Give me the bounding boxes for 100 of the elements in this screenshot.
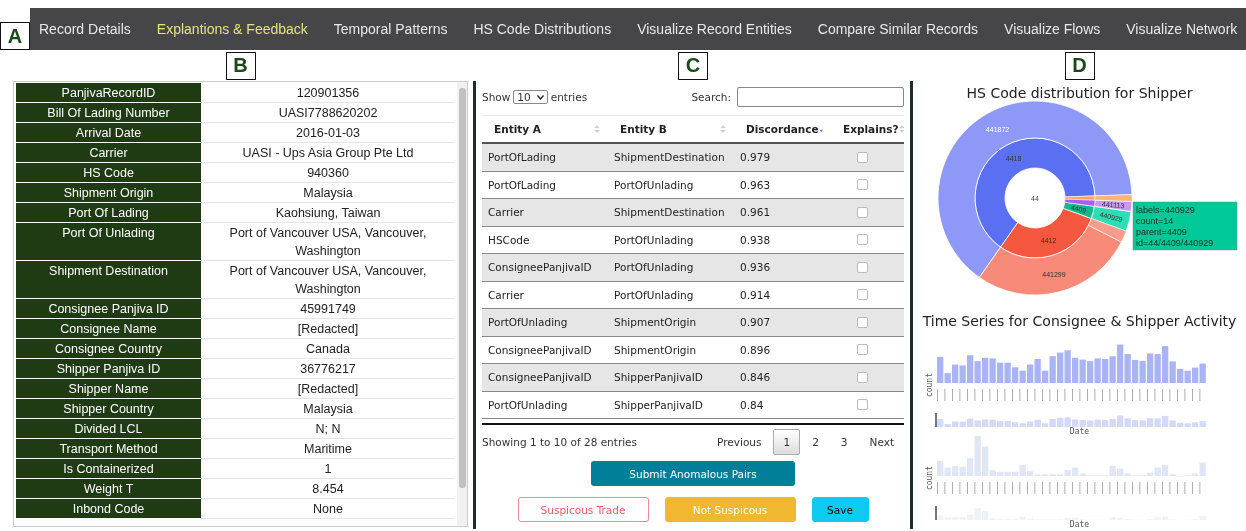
submit-button[interactable]: Submit Anomalous Pairs [591,461,795,486]
table-cell-text: ConsigneePanjivaID [487,371,593,384]
action-button[interactable]: Suspicous Trade [517,497,649,522]
tooltip-line: parent=4409 [1135,227,1187,237]
page-link[interactable]: 1 [773,429,801,455]
nav-tab[interactable]: Visualize Record Entities [637,21,792,37]
nav-tab[interactable]: Explantions & Feedback [156,21,308,37]
column-header[interactable]: Entity A [482,123,608,135]
field-label: Carrier [16,143,201,163]
table-cell-text: 0.979 [739,151,772,164]
field-label: Consignee Name [16,319,201,339]
checkbox[interactable] [857,289,868,301]
field-label: Shipment Origin [16,183,201,203]
field-label: Divided LCL [16,419,201,439]
nav-tab[interactable]: Compare Similar Records [817,21,979,37]
scrollbar[interactable] [457,82,467,526]
table-cell-text: 0.896 [739,343,772,356]
table-cell-text: PortOfUnlading [613,288,695,301]
table-cell-text: PortOfUnlading [487,316,569,329]
field-label: Is Containerized [16,459,201,479]
range-slider-drawing[interactable] [934,506,1206,520]
table-cell-text: PortOfLading [487,178,557,191]
field-value: Kaohsiung, Taiwan [201,203,455,223]
field-value: 45991749 [201,299,455,319]
field-label: Port Of Unlading [16,223,201,261]
field-label: Transport Method [16,439,201,459]
caret-icon [536,94,544,100]
table-cell-text: ShipmentOrigin [613,343,698,356]
field-value: UASI7788620202 [201,103,455,123]
nav-tab[interactable]: HS Code Distributions [473,21,612,37]
range-slider-drawing[interactable] [934,413,1206,427]
action-button[interactable]: Save [811,497,869,522]
nav-tab[interactable]: Record Details [39,21,131,37]
page-link[interactable]: Previous [707,429,772,455]
table-cell-text: ShipmentOrigin [613,316,698,329]
table-cell-text: ConsigneePanjivaID [487,343,593,356]
field-value: 36776217 [201,359,455,379]
field-value: 8.454 [201,479,455,499]
table-cell-text: PortOfLading [487,151,557,164]
checkbox[interactable] [857,179,868,191]
table-cell-text: 0.907 [739,316,772,329]
panel-marker: A [0,22,30,50]
field-value: [Redacted] [201,379,455,399]
field-label: Bill Of Lading Number [16,103,201,123]
field-label: Consignee Country [16,339,201,359]
axis-label: count [924,372,934,398]
table-cell-text: Carrier [487,288,525,301]
page-link[interactable]: 2 [802,429,829,455]
search-label: Search: [691,91,731,103]
table-cell-text: ShipperPanjivaID [613,398,704,411]
field-value: [Redacted] [201,319,455,339]
checkbox[interactable] [857,344,868,356]
field-value: None [201,499,455,519]
tooltip-line: count=14 [1135,216,1173,226]
nav-tab[interactable]: Visualize Network [1126,21,1238,37]
nav-tab[interactable]: Visualize Flows [1004,21,1101,37]
checkbox[interactable] [857,151,868,163]
column-header[interactable]: Explains? [831,123,913,135]
table-cell-text: 0.963 [739,178,772,191]
checkbox[interactable] [857,399,868,411]
field-value: Port of Vancouver USA, Vancouver, Washington [201,261,455,299]
axis-label: Date [1069,427,1090,436]
field-label: HS Code [16,163,201,183]
checkbox[interactable] [857,234,868,246]
column-header[interactable]: Entity B [608,123,734,135]
table-cell-text: Carrier [487,206,525,219]
chart-title: HS Code distribution for Shipper [966,85,1193,101]
table-cell-text: 0.961 [739,206,772,219]
table-cell-text: PortOfUnlading [613,261,695,274]
checkbox[interactable] [857,206,868,218]
table-cell-text: HSCode [487,233,531,246]
axis-label: Date [1069,520,1090,529]
page-size-select[interactable]: 10 [513,90,548,104]
field-label: Consignee Panjiva ID [16,299,201,319]
field-label: Weight T [16,479,201,499]
checkbox[interactable] [857,316,868,328]
axis-label: count [924,465,934,491]
table-info: Showing 1 to 10 of 28 entries [482,436,638,448]
field-value: 1 [201,459,455,479]
field-value: N; N [201,419,455,439]
field-label: Port Of Lading [16,203,201,223]
page-link[interactable]: Next [859,429,904,455]
page-link[interactable]: 3 [830,429,858,455]
checkbox[interactable] [857,261,868,273]
chart-title: Time Series for Consignee & Shipper Activity [922,313,1237,329]
panel-marker: B [225,51,256,80]
search-field[interactable] [737,87,904,107]
column-header[interactable]: Discordance [734,123,831,135]
table-cell-text: PortOfUnlading [613,178,695,191]
field-label: Arrival Date [16,123,201,143]
field-value: UASI - Ups Asia Group Pte Ltd [201,143,455,163]
nav-tab[interactable]: Temporal Patterns [333,21,448,37]
table-cell-text: ShipmentDestination [613,206,726,219]
table-cell-text: PortOfUnlading [487,398,569,411]
checkbox[interactable] [857,371,868,383]
field-label: Shipper Name [16,379,201,399]
table-cell-text: 0.938 [739,233,772,246]
table-cell-text: 0.84 [739,398,765,411]
field-label: Shipper Country [16,399,201,419]
table-cell-text: ConsigneePanjivaID [487,261,593,274]
